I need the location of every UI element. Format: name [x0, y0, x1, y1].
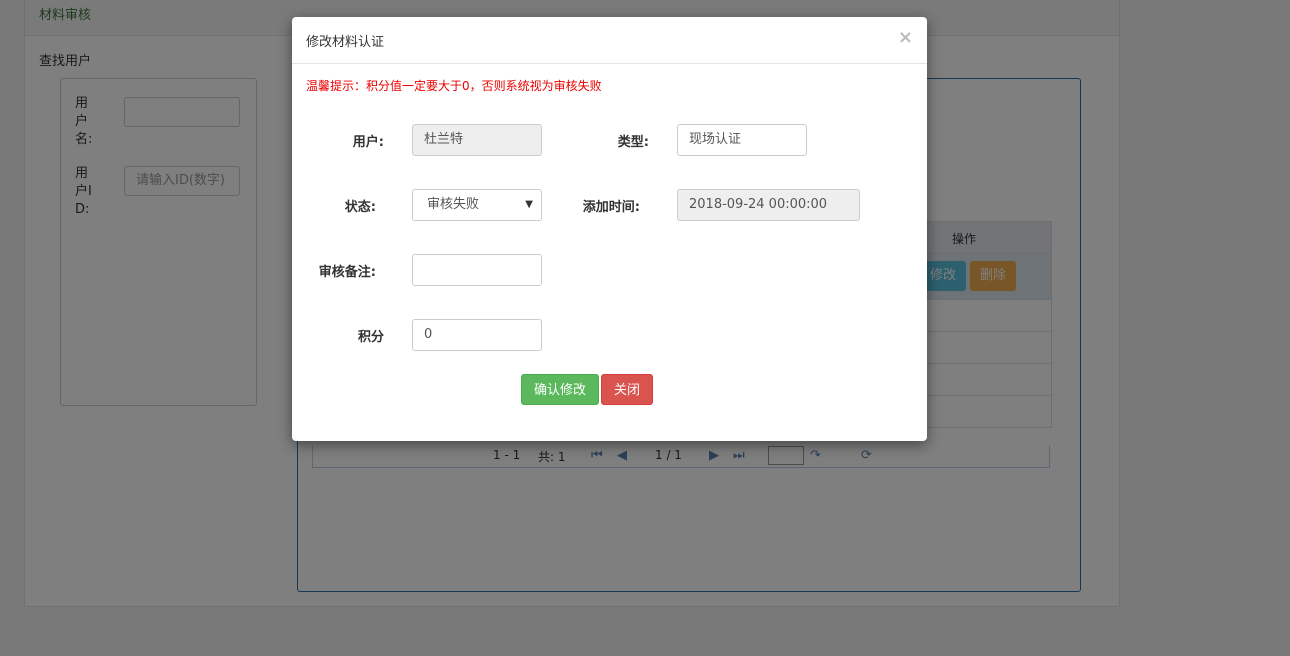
remark-label: 审核备注:	[318, 265, 376, 280]
remark-input[interactable]	[412, 254, 542, 286]
time-label: 添加时间:	[582, 200, 640, 215]
edit-material-modal: 修改材料认证 × 温馨提示：积分值一定要大于0，否则系统视为审核失败 用户: 杜…	[292, 17, 927, 441]
score-label: 积分	[357, 330, 384, 345]
close-icon[interactable]: ×	[898, 27, 913, 48]
modal-header: 修改材料认证 ×	[292, 17, 927, 64]
time-field: 2018-09-24 00:00:00	[677, 189, 860, 221]
score-input[interactable]: 0	[412, 319, 542, 351]
modal-title: 修改材料认证	[306, 35, 385, 50]
confirm-edit-button[interactable]: 确认修改	[521, 374, 600, 405]
status-label: 状态:	[344, 200, 376, 215]
warning-tip: 温馨提示：积分值一定要大于0，否则系统视为审核失败	[306, 79, 602, 93]
close-button[interactable]: 关闭	[601, 374, 654, 405]
status-select-value: 审核失败	[427, 197, 480, 212]
status-select[interactable]: 审核失败 ▼	[412, 189, 542, 221]
type-label: 类型:	[617, 135, 649, 150]
chevron-down-icon: ▼	[525, 199, 533, 210]
user-label: 用户:	[352, 135, 384, 150]
user-field: 杜兰特	[412, 124, 542, 156]
type-field[interactable]: 现场认证	[677, 124, 807, 156]
